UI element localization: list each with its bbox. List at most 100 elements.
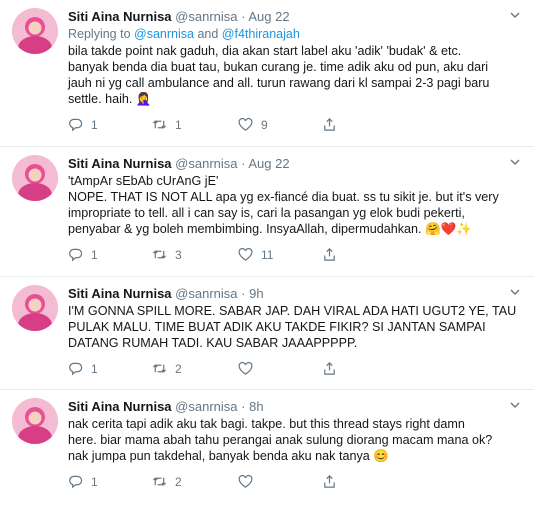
tweet-time[interactable]: 9h (249, 286, 263, 301)
tweet-text-line: bila takde point nak gaduh, dia akan sta… (68, 44, 462, 58)
reply-user-link[interactable]: @sanrnisa (134, 27, 194, 41)
reply-button[interactable]: 1 (68, 361, 98, 376)
tweet-text-line: I'M GONNA SPILL MORE. SABAR JAP. DAH VIR… (68, 304, 517, 318)
reply-button[interactable]: 1 (68, 474, 98, 489)
reply-button[interactable]: 1 (68, 247, 98, 262)
retweet-count: 2 (175, 474, 182, 489)
reply-count: 1 (91, 247, 98, 262)
tweet-text-line: jauh ni yg call ambulance and all. turun… (68, 76, 490, 90)
avatar[interactable] (12, 398, 58, 444)
share-button[interactable] (322, 474, 337, 489)
tweet-text-line: PULAK MALU. TIME BUAT ADIK AKU TAKDE FIK… (68, 320, 486, 334)
reply-icon (69, 248, 83, 262)
share-button[interactable] (322, 247, 337, 262)
like-button[interactable] (238, 474, 261, 489)
author-handle[interactable]: @sanrnisa (175, 399, 237, 414)
author-handle[interactable]: @sanrnisa (175, 286, 237, 301)
tweet-text-line: impropriate to tell. all i can say is, c… (68, 206, 465, 220)
reply-icon (69, 118, 83, 132)
tweet[interactable]: Siti Aina Nurnisa @sanrnisa · Aug 22 'tA… (0, 147, 534, 276)
replying-to: Replying to @sanrnisa and @f4thiranajah (68, 26, 522, 42)
retweet-icon (152, 477, 167, 486)
retweet-button[interactable]: 2 (152, 361, 182, 376)
chevron-down-icon[interactable] (508, 8, 522, 22)
share-icon (324, 248, 335, 261)
retweet-icon (152, 364, 167, 373)
author-name[interactable]: Siti Aina Nurnisa (68, 9, 172, 24)
share-icon (324, 475, 335, 488)
tweet-text: bila takde point nak gaduh, dia akan sta… (68, 43, 522, 107)
replying-to-and: and (197, 27, 219, 41)
tweet-actions: 1 2 (68, 474, 522, 492)
retweet-icon (152, 120, 167, 129)
like-count: 11 (261, 247, 274, 262)
tweet-time[interactable]: 8h (249, 399, 263, 414)
tweet-text-line: DATANG RUMAH TADI. KAU SABAR JAAAPPPPP. (68, 336, 358, 350)
reply-icon (69, 362, 83, 376)
heart-icon (238, 247, 253, 261)
tweet-time[interactable]: Aug 22 (248, 156, 289, 171)
retweet-button[interactable]: 2 (152, 474, 182, 489)
avatar-image (12, 8, 58, 54)
reply-user-link[interactable]: @f4thiranajah (222, 27, 300, 41)
separator-dot: · (241, 156, 246, 171)
tweet-time[interactable]: Aug 22 (248, 9, 289, 24)
tweet-text-line: here. biar mama abah tahu perangai anak … (68, 433, 493, 447)
author-name[interactable]: Siti Aina Nurnisa (68, 156, 172, 171)
tweet-actions: 1 3 11 (68, 247, 522, 265)
tweet-text: 'tAmpAr sEbAb cUrAnG jE' NOPE. THAT IS N… (68, 173, 522, 237)
like-button[interactable] (238, 361, 261, 376)
heart-icon (238, 474, 253, 488)
like-button[interactable]: 11 (238, 247, 273, 262)
tweet-text-line: NOPE. THAT IS NOT ALL apa yg ex-fiancé d… (68, 190, 499, 204)
tweet-text-line: nak cerita tapi adik aku tak bagi. takpe… (68, 417, 465, 431)
share-icon (324, 362, 335, 375)
retweet-button[interactable]: 3 (152, 247, 182, 262)
author-name[interactable]: Siti Aina Nurnisa (68, 399, 172, 414)
separator-dot: · (241, 9, 246, 24)
heart-icon (238, 361, 253, 375)
tweet-text-line: settle. haih. 🤦‍♀️ (68, 92, 152, 106)
chevron-down-icon[interactable] (508, 155, 522, 169)
tweet-text-line: penyabar & yg boleh membimbing. InsyaAll… (68, 222, 473, 236)
tweet[interactable]: Siti Aina Nurnisa @sanrnisa · 9h I'M GON… (0, 277, 534, 389)
retweet-count: 3 (175, 247, 182, 262)
tweet-text-line: nak jumpa pun takdehal, banyak benda aku… (68, 449, 389, 463)
share-button[interactable] (322, 117, 337, 132)
tweet-actions: 1 1 9 (68, 117, 522, 135)
tweet-text: nak cerita tapi adik aku tak bagi. takpe… (68, 416, 522, 464)
reply-count: 1 (91, 361, 98, 376)
retweet-button[interactable]: 1 (152, 117, 182, 132)
tweet-text-line: banyak benda dia buat tau, bukan curang … (68, 60, 489, 74)
author-handle[interactable]: @sanrnisa (175, 156, 237, 171)
retweet-count: 1 (175, 117, 182, 132)
heart-icon (238, 117, 253, 131)
reply-button[interactable]: 1 (68, 117, 98, 132)
avatar-image (12, 398, 58, 444)
retweet-count: 2 (175, 361, 182, 376)
retweet-icon (152, 250, 167, 259)
share-icon (324, 118, 335, 131)
tweet-text: I'M GONNA SPILL MORE. SABAR JAP. DAH VIR… (68, 303, 522, 351)
author-name[interactable]: Siti Aina Nurnisa (68, 286, 172, 301)
separator-dot: · (241, 399, 246, 414)
tweet-text-line: 'tAmpAr sEbAb cUrAnG jE' (68, 174, 219, 188)
replying-to-label: Replying to (68, 27, 131, 41)
chevron-down-icon[interactable] (508, 285, 522, 299)
author-handle[interactable]: @sanrnisa (175, 9, 237, 24)
reply-count: 1 (91, 474, 98, 489)
avatar[interactable] (12, 8, 58, 54)
tweet-actions: 1 2 (68, 361, 522, 379)
tweet-thread: Siti Aina Nurnisa @sanrnisa · Aug 22 Rep… (0, 0, 534, 506)
avatar-image (12, 285, 58, 331)
chevron-down-icon[interactable] (508, 398, 522, 412)
avatar[interactable] (12, 155, 58, 201)
share-button[interactable] (322, 361, 337, 376)
avatar[interactable] (12, 285, 58, 331)
reply-icon (69, 475, 83, 489)
like-button[interactable]: 9 (238, 117, 268, 132)
separator-dot: · (241, 286, 246, 301)
avatar-image (12, 155, 58, 201)
tweet[interactable]: Siti Aina Nurnisa @sanrnisa · 8h nak cer… (0, 390, 534, 506)
tweet[interactable]: Siti Aina Nurnisa @sanrnisa · Aug 22 Rep… (0, 0, 534, 146)
